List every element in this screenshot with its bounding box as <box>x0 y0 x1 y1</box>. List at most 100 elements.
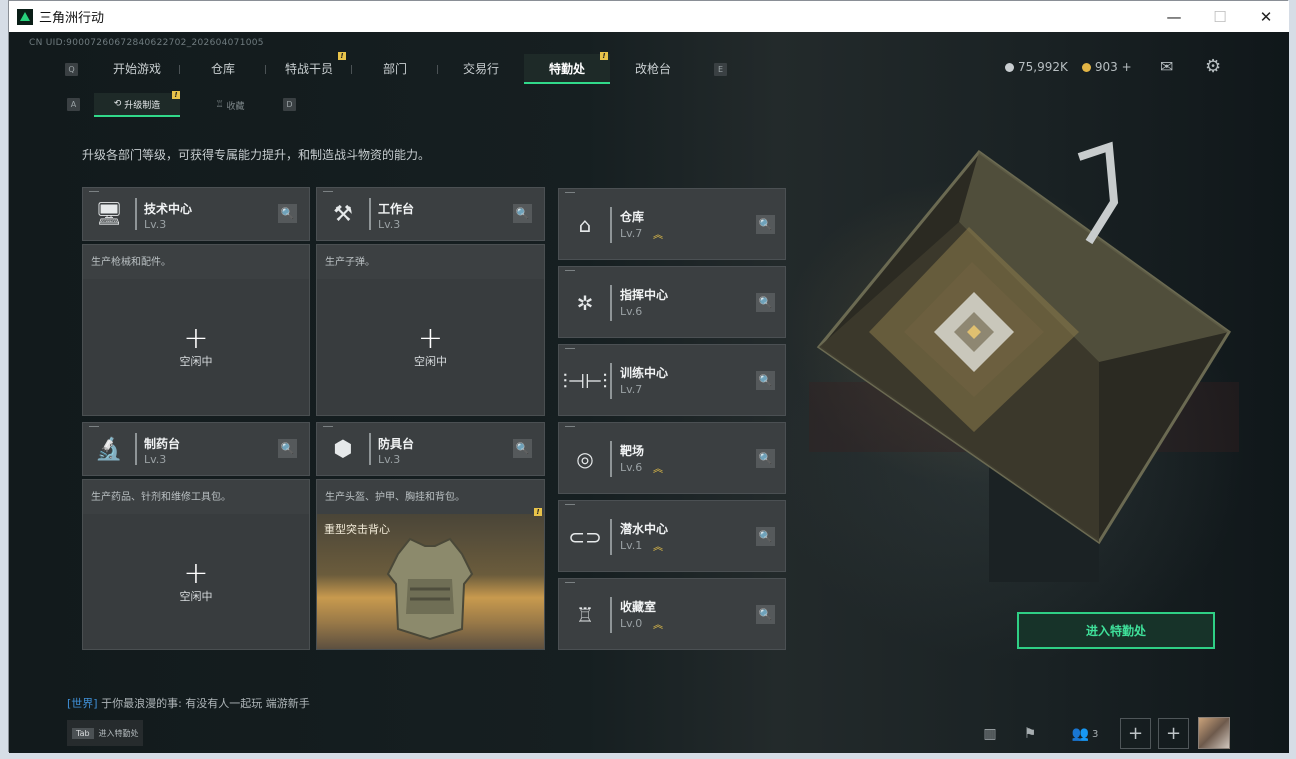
add-slot-button[interactable]: + <box>1158 718 1189 749</box>
tab-shortcut-hint[interactable]: Tab 进入特勤处 <box>67 720 143 746</box>
dept-level: Lv.3 <box>144 453 167 466</box>
dept-level: Lv.3 <box>144 218 167 231</box>
subtab-collection[interactable]: ♖ 收藏 <box>187 93 273 117</box>
dept-level: Lv.3 <box>378 218 401 231</box>
dept-level: Lv.3 <box>378 453 401 466</box>
tab-label: 开始游戏 <box>112 61 161 76</box>
craft-slot-workbench[interactable]: 生产子弹。 + 空闲中 <box>316 244 545 416</box>
dept-card-pharmacy[interactable]: 🔬 制药台 Lv.3 🔍 <box>82 422 310 476</box>
silver-coin-icon <box>1005 62 1014 72</box>
tab-operators[interactable]: 特战干员! <box>266 52 352 84</box>
search-icon[interactable]: 🔍 <box>513 439 532 458</box>
gold-coin-icon <box>1081 62 1091 72</box>
divider <box>135 433 137 465</box>
tab-label: 部门 <box>382 61 407 76</box>
upgrade-available-icon: ︽ <box>653 542 663 553</box>
dept-card-diving-center[interactable]: ⊂⊃ 潜水中心 Lv.1 ︽ 🔍 <box>558 500 786 572</box>
craft-slot-armor-bench[interactable]: 生产头盔、护甲、胸挂和背包。 重型突击背心 ! <box>316 479 545 650</box>
dept-name: 防具台 <box>378 437 415 451</box>
dept-level: Lv.1 <box>620 539 643 552</box>
premium-currency-amount[interactable]: 903 + <box>1095 60 1132 74</box>
chat-channel: [世界] <box>67 697 98 710</box>
search-icon[interactable]: 🔍 <box>756 293 775 312</box>
dept-name: 潜水中心 <box>620 522 669 536</box>
search-icon[interactable]: 🔍 <box>756 527 775 546</box>
search-icon[interactable]: 🔍 <box>756 215 775 234</box>
alert-badge: ! <box>534 508 542 516</box>
tab-gunsmith[interactable]: 改枪台 <box>610 54 696 84</box>
tab-start-game[interactable]: 开始游戏 <box>94 54 180 84</box>
idle-slot[interactable]: + 空闲中 <box>83 514 309 649</box>
alert-badge: ! <box>172 91 180 99</box>
tab-departments[interactable]: 部门 <box>352 54 438 84</box>
maximize-button[interactable]: ☐ <box>1197 1 1243 32</box>
dept-card-tech-center[interactable]: 🖥 技术中心 Lv.3 🔍 <box>82 187 310 241</box>
stats-icon[interactable]: ▥ <box>975 719 1005 749</box>
game-window: 三角洲行动 — ☐ ✕ CN UID:9000726067284062270​2… <box>8 0 1289 753</box>
subtab-upgrade-craft[interactable]: ⟲ 升级制造 ! <box>94 91 180 117</box>
dept-card-armor-bench[interactable]: ⬢ 防具台 Lv.3 🔍 <box>316 422 545 476</box>
plus-icon: + <box>183 321 209 356</box>
divider <box>369 198 371 230</box>
nav-prev-key[interactable]: Q <box>65 62 78 76</box>
dept-name: 制药台 <box>144 437 181 451</box>
search-icon[interactable]: 🔍 <box>513 204 532 223</box>
minimize-button[interactable]: — <box>1151 1 1197 32</box>
tab-label: 仓库 <box>210 61 235 76</box>
gear-icon[interactable]: ⚙ <box>1205 56 1221 77</box>
dept-name: 靶场 <box>620 444 645 458</box>
mail-icon[interactable]: ✉ <box>1160 57 1173 76</box>
search-icon[interactable]: 🔍 <box>756 605 775 624</box>
flag-icon[interactable]: ⚑ <box>1015 719 1045 749</box>
close-button[interactable]: ✕ <box>1243 1 1289 32</box>
command-icon: ✲ <box>576 291 594 315</box>
idle-slot[interactable]: + 空闲中 <box>317 279 544 415</box>
divider <box>135 198 137 230</box>
search-icon[interactable]: 🔍 <box>278 204 297 223</box>
dept-name: 工作台 <box>378 202 415 216</box>
craft-slot-tech-center[interactable]: 生产枪械和配件。 + 空闲中 <box>82 244 310 416</box>
dept-name: 仓库 <box>620 210 645 224</box>
dept-card-workbench[interactable]: ⚒ 工作台 Lv.3 🔍 <box>316 187 545 241</box>
nav-next-key[interactable]: E <box>714 62 727 76</box>
idle-status: 空闲中 <box>414 355 447 368</box>
avatar[interactable] <box>1198 717 1230 749</box>
crafting-item[interactable]: 重型突击背心 ! <box>317 508 544 649</box>
subnav-prev-key[interactable]: A <box>67 98 80 111</box>
tab-special-ops[interactable]: 特勤处! <box>524 52 610 84</box>
trophy-icon: ♖ <box>576 603 594 627</box>
trophy-icon: ♖ <box>215 100 224 110</box>
chat-line[interactable]: [世界] 于你最浪漫的事: 有没有人一起玩 端游新手 <box>67 695 310 711</box>
search-icon[interactable]: 🔍 <box>756 371 775 390</box>
friends-button[interactable]: 👥 3 <box>1065 719 1105 749</box>
card-dash <box>323 426 333 427</box>
divider <box>610 363 612 399</box>
card-dash <box>565 348 575 349</box>
idle-status: 空闲中 <box>179 355 213 368</box>
dept-card-warehouse[interactable]: ⌂ 仓库 Lv.7 ︽ 🔍 <box>558 188 786 260</box>
currency-amount: 75,992K <box>1018 60 1068 74</box>
card-dash <box>89 426 99 427</box>
computer-icon: 🖥 <box>95 201 123 227</box>
tab-trading[interactable]: 交易行 <box>438 54 524 84</box>
craft-slot-pharmacy[interactable]: 生产药品、针剂和维修工具包。 + 空闲中 <box>82 479 310 650</box>
goggles-icon: ⊂⊃ <box>568 525 602 549</box>
upgrade-available-icon: ︽ <box>653 620 663 631</box>
tab-label: 特战干员 <box>284 61 333 76</box>
dept-card-collection-room[interactable]: ♖ 收藏室 Lv.0 ︽ 🔍 <box>558 578 786 650</box>
tab-warehouse[interactable]: 仓库 <box>180 54 266 84</box>
card-dash <box>565 426 575 427</box>
dept-name: 指挥中心 <box>620 288 669 302</box>
add-slot-button[interactable]: + <box>1120 718 1151 749</box>
dept-level: Lv.6 <box>620 461 643 474</box>
subnav-next-key[interactable]: D <box>283 98 296 111</box>
search-icon[interactable]: 🔍 <box>278 439 297 458</box>
search-icon[interactable]: 🔍 <box>756 449 775 468</box>
subtab-label: 收藏 <box>226 101 245 112</box>
dept-card-training-center[interactable]: ⫶⊣⊢⫶ 训练中心 Lv.7 🔍 <box>558 344 786 416</box>
idle-slot[interactable]: + 空闲中 <box>83 279 309 415</box>
heavy-assault-vest-image <box>386 537 474 641</box>
dept-card-command-center[interactable]: ✲ 指挥中心 Lv.6 🔍 <box>558 266 786 338</box>
dept-card-shooting-range[interactable]: ◎ 靶场 Lv.6 ︽ 🔍 <box>558 422 786 494</box>
enter-special-ops-button[interactable]: 进入特勤处 <box>1017 612 1215 649</box>
